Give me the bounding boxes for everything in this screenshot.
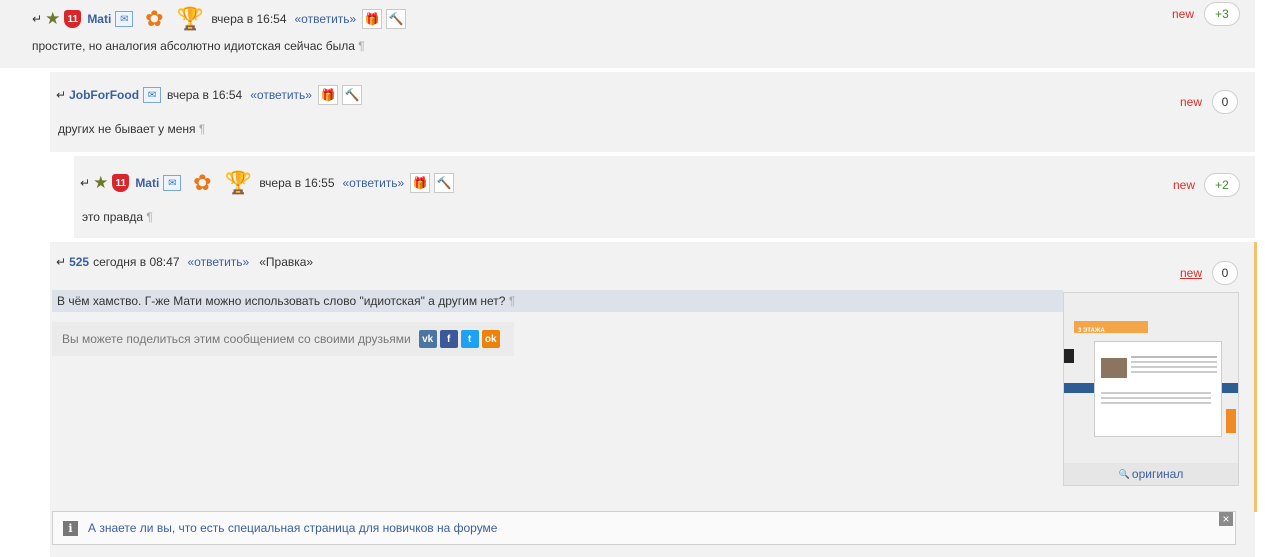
share-label: Вы можете поделиться этим сообщением со …	[62, 332, 411, 346]
new-badge: new	[1173, 178, 1196, 192]
gift-icon[interactable]: 🎁	[362, 9, 383, 29]
comment-date: сегодня в 08:47	[93, 255, 180, 269]
rating-counter[interactable]: 0	[1212, 261, 1238, 285]
hammer-icon[interactable]: 🔨	[434, 173, 455, 193]
trophy-award-icon: 🏆	[176, 6, 205, 31]
comment-body: это правда	[82, 210, 143, 224]
mail-icon[interactable]: ✉	[115, 11, 134, 27]
share-panel: Вы можете поделиться этим сообщением со …	[52, 322, 514, 356]
reply-link[interactable]: «ответить»	[343, 176, 405, 190]
comment-header: ↵ JobForFood ✉ вчера в 16:54 «ответить» …	[56, 85, 366, 105]
comment: ↵ 525 сегодня в 08:47 «ответить» «Правка…	[50, 242, 1257, 557]
reply-link[interactable]: «ответить»	[188, 255, 250, 269]
attachment-thumbnail[interactable]: 3 ЭТАЖА	[1064, 293, 1238, 465]
star-icon: ★	[45, 9, 61, 29]
username-link[interactable]: 525	[69, 255, 89, 269]
new-badge: new	[1180, 95, 1203, 109]
shield-badge-icon: 11	[112, 174, 130, 192]
flowers-award-icon: ✿	[145, 6, 164, 31]
pilcrow-link[interactable]: ¶	[509, 294, 515, 308]
rating-counter[interactable]: +3	[1204, 2, 1240, 26]
comment-date: вчера в 16:54	[167, 88, 243, 102]
pilcrow-link[interactable]: ¶	[358, 39, 364, 53]
flowers-award-icon: ✿	[193, 170, 212, 195]
info-icon: i	[63, 520, 78, 536]
comment-body: других не бывает у меня	[58, 122, 196, 136]
reply-arrow-icon[interactable]: ↵	[32, 12, 42, 26]
reply-arrow-icon[interactable]: ↵	[80, 176, 90, 190]
edit-label: «Правка»	[259, 255, 314, 269]
magnifier-icon: 🔍	[1118, 468, 1130, 479]
thumb-block	[1064, 349, 1074, 363]
rating-counter[interactable]: +2	[1204, 173, 1240, 197]
username-link[interactable]: Mati	[135, 176, 159, 190]
reply-arrow-icon[interactable]: ↵	[56, 88, 66, 102]
attachment[interactable]: 3 ЭТАЖА 🔍 оригинал	[1063, 292, 1239, 486]
thumb-banner-text: 3 ЭТАЖА	[1078, 328, 1105, 334]
thumb-banner: 3 ЭТАЖА	[1074, 321, 1148, 334]
comment: ↵ ★ 11 Mati ✉ ✿ 🏆 вчера в 16:55 «ответит…	[74, 156, 1255, 238]
rating-counter[interactable]: 0	[1212, 90, 1238, 114]
hammer-icon[interactable]: 🔨	[341, 85, 362, 105]
twitter-share-button[interactable]: t	[460, 330, 479, 348]
comment-body: В чём хамство. Г-же Мати можно использов…	[57, 294, 506, 308]
close-icon[interactable]: ×	[1219, 512, 1233, 526]
unread-marker	[1254, 242, 1257, 512]
star-icon: ★	[93, 173, 109, 193]
reply-link[interactable]: «ответить»	[295, 12, 357, 26]
odnoklassniki-share-button[interactable]: ok	[481, 330, 500, 348]
new-badge: new	[1172, 7, 1195, 21]
comment: ↵ ★ 11 Mati ✉ ✿ 🏆 вчера в 16:54 «ответит…	[0, 0, 1255, 68]
mail-icon[interactable]: ✉	[143, 87, 162, 103]
comment-text: В чём хамство. Г-же Мати можно использов…	[52, 290, 1063, 312]
shield-badge-icon: 11	[64, 10, 82, 28]
new-badge[interactable]: new	[1180, 266, 1202, 280]
thumb-text-lines	[1131, 356, 1217, 358]
pilcrow-link[interactable]: ¶	[199, 122, 205, 136]
vk-share-button[interactable]: vk	[418, 330, 437, 348]
comment-text: это правда ¶	[82, 210, 153, 224]
gift-icon[interactable]: 🎁	[317, 85, 338, 105]
comment-text: других не бывает у меня ¶	[58, 122, 205, 136]
comment-header: ↵ ★ 11 Mati ✉ ✿ 🏆 вчера в 16:54 «ответит…	[32, 4, 410, 34]
thumb-popup	[1094, 341, 1222, 437]
username-link[interactable]: JobForFood	[69, 88, 139, 102]
reply-link[interactable]: «ответить»	[250, 88, 312, 102]
username-link[interactable]: Mati	[87, 12, 111, 26]
mail-icon[interactable]: ✉	[163, 175, 182, 191]
comment: ↵ JobForFood ✉ вчера в 16:54 «ответить» …	[50, 72, 1255, 152]
pilcrow-link[interactable]: ¶	[146, 210, 152, 224]
original-link[interactable]: 🔍 оригинал	[1064, 463, 1238, 485]
tip-bar: i А знаете ли вы, что есть специальная с…	[52, 511, 1236, 545]
comment-text: простите, но аналогия абсолютно идиотска…	[32, 39, 365, 53]
comment-header: ↵ ★ 11 Mati ✉ ✿ 🏆 вчера в 16:55 «ответит…	[80, 168, 458, 198]
tip-link[interactable]: А знаете ли вы, что есть специальная стр…	[88, 521, 497, 535]
reply-arrow-icon[interactable]: ↵	[56, 255, 66, 269]
comment-header: ↵ 525 сегодня в 08:47 «ответить» «Правка…	[56, 255, 313, 269]
hammer-icon[interactable]: 🔨	[386, 9, 407, 29]
comment-date: вчера в 16:54	[211, 12, 287, 26]
thumb-accent	[1226, 409, 1236, 433]
original-label: оригинал	[1131, 467, 1184, 481]
trophy-award-icon: 🏆	[224, 170, 253, 195]
thumb-text-lines	[1101, 392, 1211, 394]
facebook-share-button[interactable]: f	[439, 330, 458, 348]
gift-icon[interactable]: 🎁	[410, 173, 431, 193]
comment-date: вчера в 16:55	[259, 176, 335, 190]
thumb-photo	[1101, 358, 1127, 378]
comment-body: простите, но аналогия абсолютно идиотска…	[32, 39, 355, 53]
